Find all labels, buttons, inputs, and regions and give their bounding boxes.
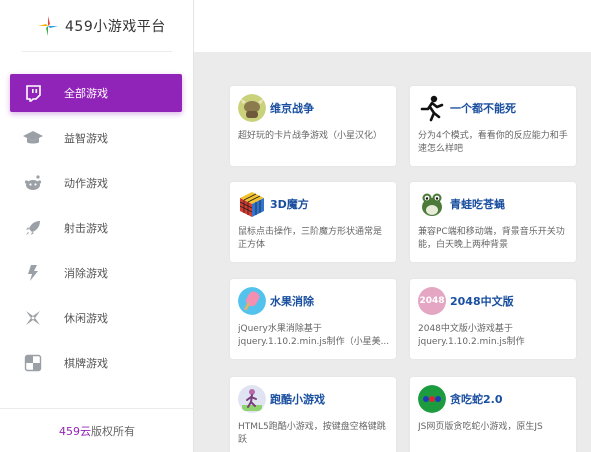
rocket-icon [22, 217, 44, 239]
nav-item-casual[interactable]: 休闲游戏 [10, 299, 182, 337]
game-card[interactable]: 水果消除 jQuery水果消除基于jquery.1.10.2.min.js制作（… [230, 279, 396, 359]
game-description: 2048中文版小游戏基于jquery.1.10.2.min.js制作 [418, 324, 525, 347]
nav-item-shooting[interactable]: 射击游戏 [10, 209, 182, 247]
nav-item-action[interactable]: 动作游戏 [10, 164, 182, 202]
brand-divider [22, 51, 172, 52]
game-card[interactable]: 贪吃蛇2.0 JS网页版贪吃蛇小游戏，原生JS [410, 377, 576, 452]
nav-item-all-games[interactable]: 全部游戏 [10, 74, 182, 112]
footer-suffix: 版权所有 [91, 424, 135, 438]
game-card[interactable]: 跑酷小游戏 HTML5跑酷小游戏，按键盘空格键跳跃 [230, 377, 396, 452]
nav-label: 射击游戏 [64, 222, 108, 235]
game-description: 超好玩的卡片战争游戏（小星汉化） [238, 131, 383, 141]
snake-dots-icon [418, 385, 446, 413]
2048-tile-icon: 2048 [418, 287, 446, 315]
nav-label: 全部游戏 [64, 87, 108, 100]
brand-title: 459小游戏平台 [65, 19, 166, 35]
game-description: JS网页版贪吃蛇小游戏，原生JS [418, 422, 543, 432]
nav-label: 动作游戏 [64, 177, 108, 190]
game-title[interactable]: 青蛙吃苍蝇 [450, 196, 505, 212]
pinwheel-star-icon [38, 16, 58, 36]
game-description: 兼容PC端和移动端，背景音乐开关功能，白天晚上两种背景 [418, 227, 565, 250]
copyright-footer: 459云 版权所有 [0, 408, 194, 452]
lightning-bolt-icon [22, 262, 44, 284]
popsicle-icon [238, 287, 266, 315]
nav-item-match[interactable]: 消除游戏 [10, 254, 182, 292]
running-man-icon [418, 94, 446, 122]
game-title[interactable]: 3D魔方 [270, 196, 309, 212]
game-title[interactable]: 贪吃蛇2.0 [450, 391, 503, 407]
twitch-icon [22, 82, 44, 104]
game-card[interactable]: 维京战争 超好玩的卡片战争游戏（小星汉化） [230, 86, 396, 166]
game-card[interactable]: 2048 2048中文版 2048中文版小游戏基于jquery.1.10.2.m… [410, 279, 576, 359]
game-card[interactable]: 一个都不能死 分为4个模式，看看你的反应能力和手速怎么样吧 [410, 86, 576, 166]
game-description: jQuery水果消除基于jquery.1.10.2.min.js制作（小星美..… [238, 324, 390, 347]
game-description: HTML5跑酷小游戏，按键盘空格键跳跃 [238, 422, 386, 445]
nav-label: 休闲游戏 [64, 312, 108, 325]
tile-text: 2048 [419, 296, 445, 306]
graduation-cap-icon [22, 127, 44, 149]
rubiks-cube-icon [238, 190, 266, 218]
game-title[interactable]: 跑酷小游戏 [270, 391, 325, 407]
game-description: 鼠标点击操作，三阶魔方形状通常是正方体 [238, 227, 383, 250]
nav-item-board[interactable]: 棋牌游戏 [10, 344, 182, 382]
brand[interactable]: 459小游戏平台 [0, 0, 194, 52]
nav-label: 消除游戏 [64, 267, 108, 280]
nav-label: 益智游戏 [64, 132, 108, 145]
game-title[interactable]: 水果消除 [270, 293, 314, 309]
game-card[interactable]: 3D魔方 鼠标点击操作，三阶魔方形状通常是正方体 [230, 182, 396, 262]
nav-item-puzzle[interactable]: 益智游戏 [10, 119, 182, 157]
game-title[interactable]: 一个都不能死 [450, 100, 516, 116]
game-card[interactable]: 青蛙吃苍蝇 兼容PC端和移动端，背景音乐开关功能，白天晚上两种背景 [410, 182, 576, 262]
game-title[interactable]: 维京战争 [270, 100, 314, 116]
checkerboard-icon [22, 352, 44, 374]
category-nav: 全部游戏 益智游戏 动作游戏 射击游戏 消除游戏 休闲游戏 棋牌游戏 [0, 74, 194, 389]
top-bar [194, 0, 591, 52]
footer-brand[interactable]: 459云 [59, 423, 91, 439]
sidebar: 459小游戏平台 全部游戏 益智游戏 动作游戏 射击游戏 消除游戏 休闲游戏 棋… [0, 0, 194, 452]
reddit-alien-icon [22, 172, 44, 194]
game-description: 分为4个模式，看看你的反应能力和手速怎么样吧 [418, 131, 568, 154]
shuriken-icon [22, 307, 44, 329]
main-content: 维京战争 超好玩的卡片战争游戏（小星汉化） 一个都不能死 分为4个模式，看看你的… [194, 0, 591, 452]
viking-helmet-icon [238, 94, 266, 122]
frog-icon [418, 190, 446, 218]
nav-label: 棋牌游戏 [64, 357, 108, 370]
game-title[interactable]: 2048中文版 [450, 293, 514, 309]
parkour-runner-icon [238, 385, 266, 413]
